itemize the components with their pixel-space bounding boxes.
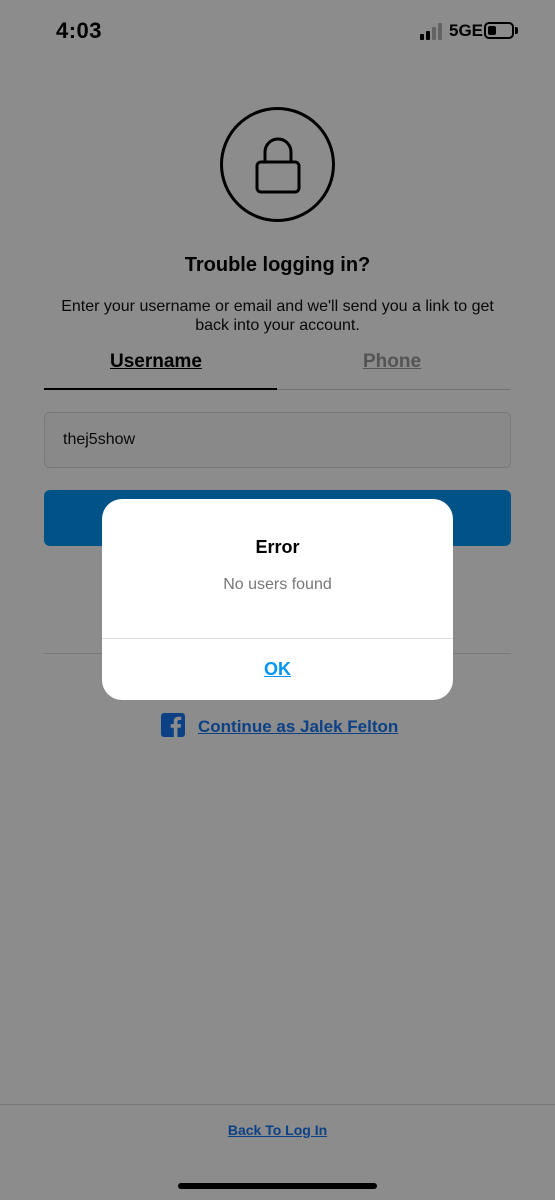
dialog-title: Error: [255, 537, 300, 557]
dialog-message: No users found: [223, 576, 332, 593]
ok-button[interactable]: OK: [102, 639, 453, 700]
error-dialog: Error No users found OK: [102, 499, 453, 700]
home-indicator[interactable]: [178, 1183, 377, 1189]
